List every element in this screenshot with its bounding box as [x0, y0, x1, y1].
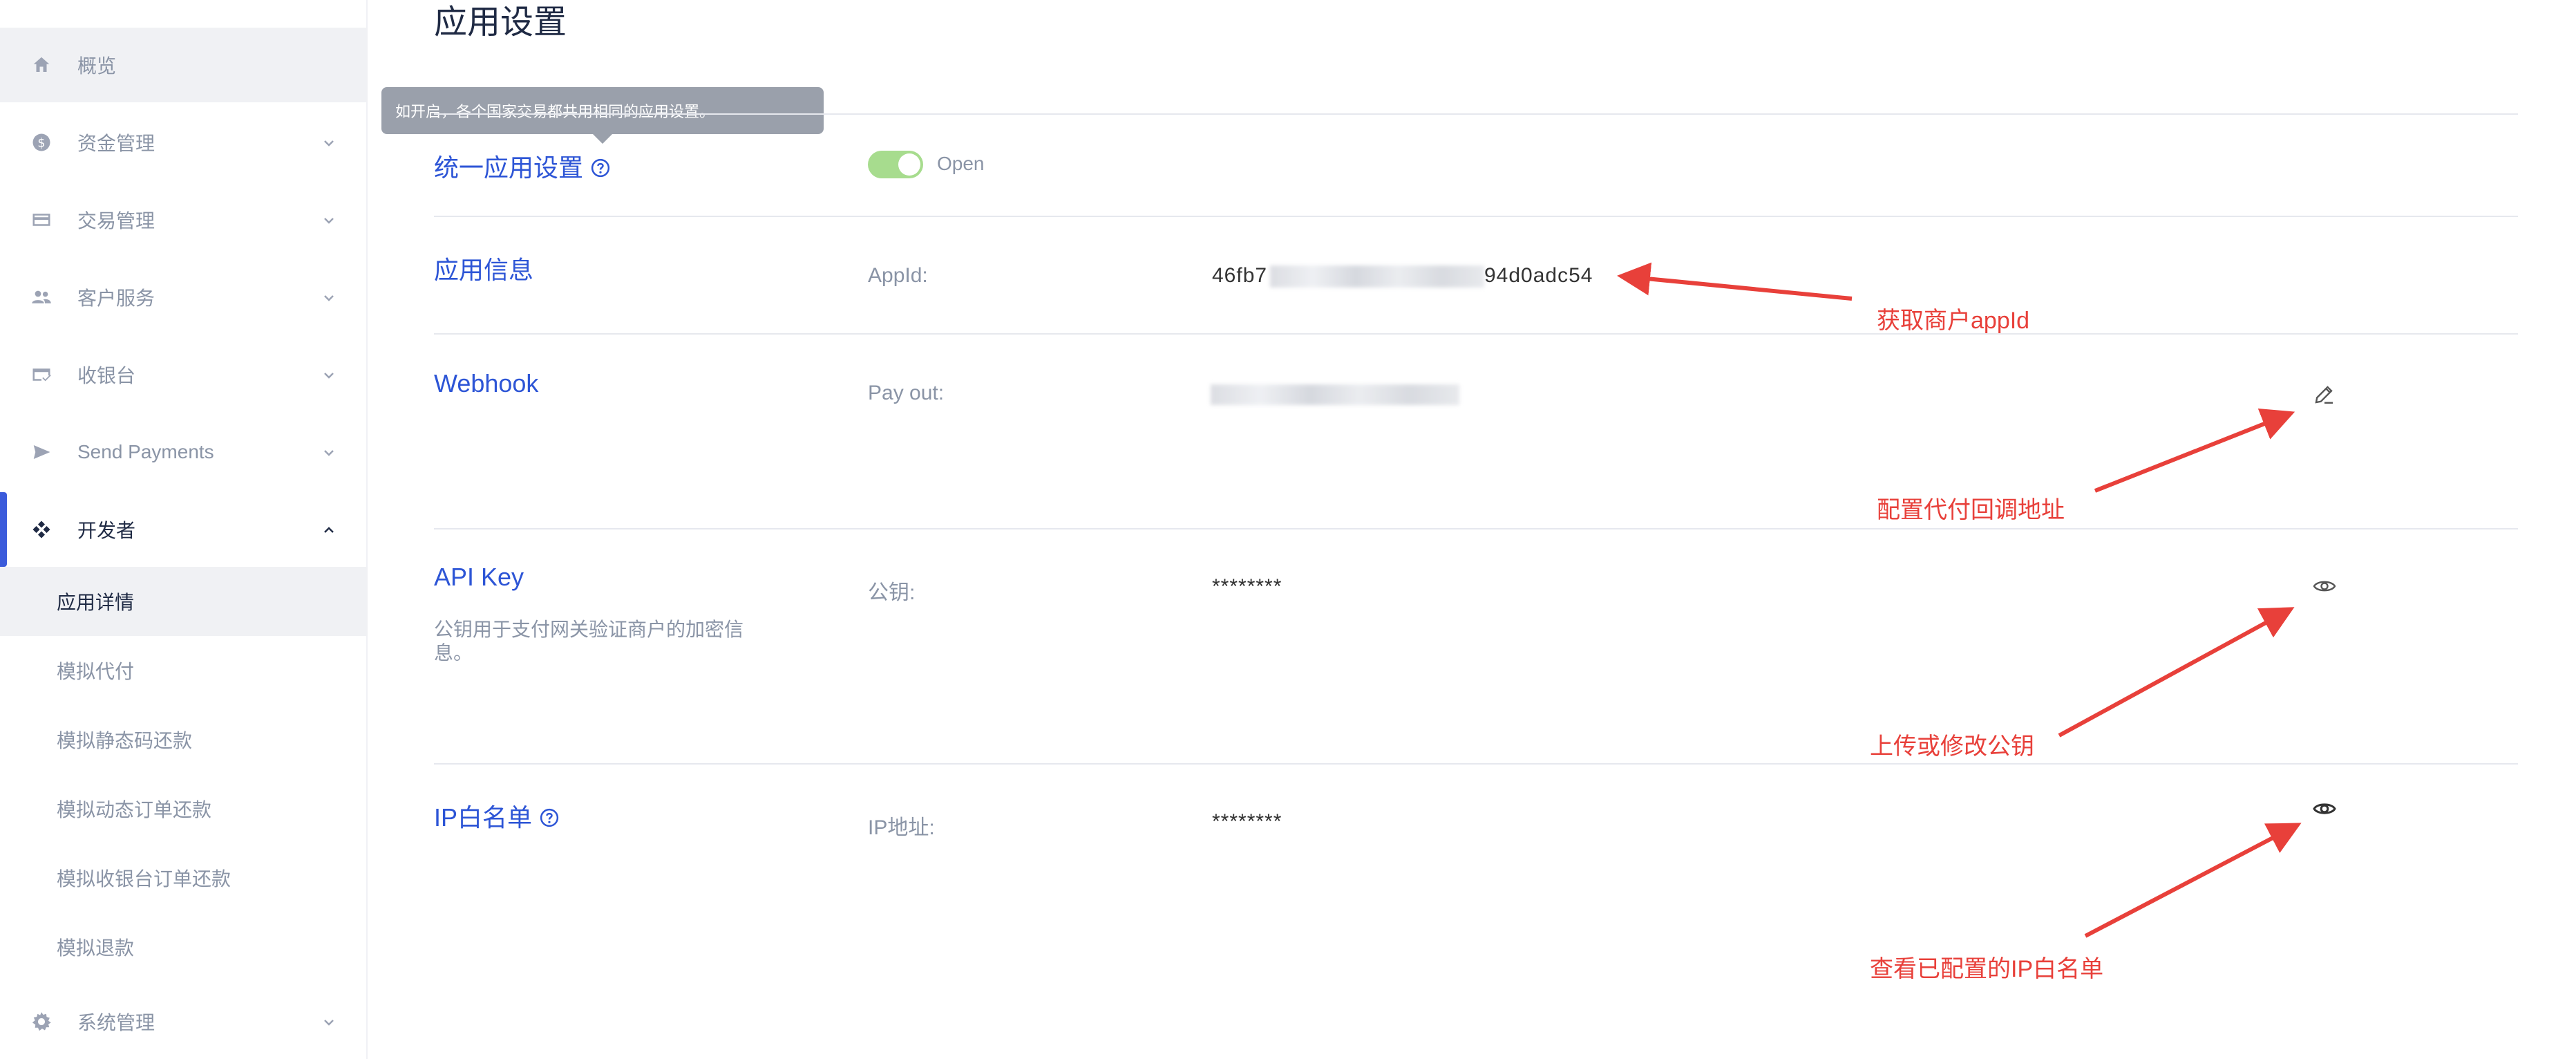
sidebar-subitem-simulate-cashier-repay[interactable]: 模拟收银台订单还款: [0, 843, 368, 912]
public-key-value: ********: [1212, 575, 1282, 598]
sidebar-item-system-settings[interactable]: 系统管理: [0, 984, 368, 1059]
question-circle-icon[interactable]: [590, 156, 611, 178]
chevron-down-icon: [321, 212, 337, 228]
sidebar-subitem-simulate-payout[interactable]: 模拟代付: [0, 636, 368, 705]
divider: [434, 113, 2518, 115]
sidebar-item-label: 系统管理: [77, 1012, 155, 1033]
chevron-down-icon: [321, 134, 337, 151]
sidebar-subitem-label: 模拟收银台订单还款: [57, 868, 231, 890]
chevron-up-icon: [321, 521, 337, 538]
tooltip-arrow: [593, 134, 612, 144]
toggle-knob: [898, 153, 920, 176]
sidebar-item-label: 收银台: [77, 365, 136, 386]
sidebar-subitem-label: 应用详情: [57, 592, 135, 613]
section-title-app-info: 应用信息: [434, 256, 534, 284]
card-icon: [30, 209, 53, 231]
sidebar-item-cashier[interactable]: 收银台: [0, 337, 368, 412]
divider: [434, 528, 2518, 530]
eye-icon[interactable]: [2312, 796, 2337, 821]
redacted-appid: [1270, 265, 1484, 288]
chevron-down-icon: [321, 444, 337, 460]
redacted-webhook-url: [1211, 384, 1459, 405]
users-icon: [30, 286, 53, 308]
section-title-ip-whitelist: IP白名单: [434, 798, 560, 834]
annotation-pubkey: 上传或修改公钥: [1870, 733, 2034, 760]
section-title-unified: 统一应用设置: [434, 148, 611, 184]
divider: [434, 333, 2518, 335]
ip-address-value: ********: [1212, 810, 1282, 833]
section-title-text: IP白名单: [434, 803, 533, 832]
public-key-label: 公钥:: [868, 581, 916, 604]
sidebar-item-transactions[interactable]: 交易管理: [0, 182, 368, 257]
sidebar-item-label: 开发者: [77, 520, 136, 541]
sidebar-item-overview[interactable]: 概览: [0, 28, 368, 102]
annotation-arrow-appid: [1617, 262, 1853, 301]
developer-icon: [30, 518, 53, 541]
sidebar-subitem-simulate-refund[interactable]: 模拟退款: [0, 912, 368, 982]
appid-value-prefix: 46fb7: [1212, 264, 1268, 287]
sidebar-item-customer-service[interactable]: 客户服务: [0, 260, 368, 335]
sidebar-item-developer[interactable]: 开发者: [0, 492, 368, 567]
sidebar-subitem-label: 模拟静态码还款: [57, 730, 193, 751]
section-title-text: 统一应用设置: [434, 153, 584, 182]
sidebar-item-send-payments[interactable]: Send Payments: [0, 415, 368, 489]
chevron-down-icon: [321, 366, 337, 383]
cashier-icon: [30, 364, 53, 386]
sidebar-item-label: 概览: [77, 55, 117, 77]
dollar-icon: $: [30, 131, 53, 153]
sidebar-item-funds[interactable]: $ 资金管理: [0, 105, 368, 180]
sidebar-subitem-app-details[interactable]: 应用详情: [0, 567, 368, 636]
divider: [434, 763, 2518, 765]
section-title-webhook: Webhook: [434, 369, 539, 397]
svg-text:$: $: [37, 136, 45, 150]
sidebar-subitem-simulate-dynamic-repay[interactable]: 模拟动态订单还款: [0, 774, 368, 843]
page-title: 应用设置: [434, 4, 567, 41]
section-title-api-key: API Key: [434, 563, 524, 591]
sidebar-subitem-label: 模拟退款: [57, 937, 135, 959]
appid-value-suffix: 94d0adc54: [1484, 264, 1593, 287]
question-circle-icon[interactable]: [539, 805, 560, 827]
annotation-arrow-ip: [2084, 823, 2302, 938]
payout-label: Pay out:: [868, 382, 945, 404]
api-key-description: 公钥用于支付网关验证商户的加密信息。: [434, 619, 744, 664]
ip-address-label: IP地址:: [868, 816, 935, 839]
unified-settings-toggle[interactable]: [868, 151, 923, 178]
sidebar-subitem-label: 模拟动态订单还款: [57, 799, 212, 821]
toggle-status-text: Open: [937, 153, 985, 174]
edit-icon[interactable]: [2312, 382, 2337, 406]
sidebar-item-label: Send Payments: [77, 441, 214, 462]
annotation-webhook: 配置代付回调地址: [1877, 497, 2065, 523]
tooltip: 如开启，各个国家交易都共用相同的应用设置。: [381, 87, 824, 134]
sidebar-item-label: 资金管理: [77, 133, 155, 154]
sidebar: 概览 $ 资金管理 交易管理 客户服务 收银台 Send Payments 开发…: [0, 0, 368, 1059]
annotation-ip: 查看已配置的IP白名单: [1870, 956, 2104, 982]
annotation-appid: 获取商户appId: [1877, 308, 2030, 334]
sidebar-subitem-label: 模拟代付: [57, 661, 135, 682]
sidebar-subitem-simulate-static-repay[interactable]: 模拟静态码还款: [0, 705, 368, 774]
chevron-down-icon: [321, 1013, 337, 1030]
annotation-arrows: [1617, 262, 2302, 938]
send-icon: [30, 441, 53, 463]
sidebar-item-label: 交易管理: [77, 210, 155, 232]
chevron-down-icon: [321, 289, 337, 306]
sidebar-item-label: 客户服务: [77, 288, 155, 309]
divider: [434, 216, 2518, 217]
appid-label: AppId:: [868, 264, 928, 287]
annotation-arrow-pubkey: [2058, 607, 2295, 738]
settings-icon: [30, 1011, 53, 1033]
annotation-arrow-webhook: [2094, 408, 2295, 493]
home-icon: [30, 54, 53, 76]
eye-icon[interactable]: [2312, 574, 2337, 599]
